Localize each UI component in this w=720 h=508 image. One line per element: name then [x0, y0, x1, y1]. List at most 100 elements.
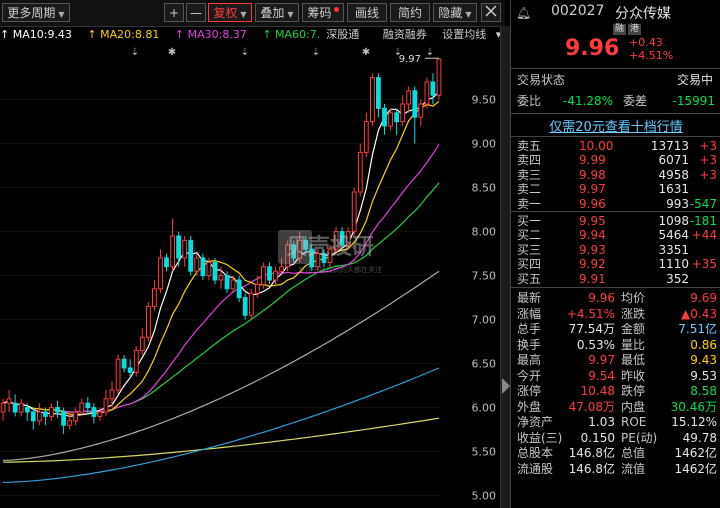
stat-label: 今开 — [517, 368, 542, 383]
candle — [85, 402, 91, 409]
candle — [224, 275, 230, 290]
candle — [18, 402, 24, 413]
stat-value: 10.48 — [580, 384, 615, 398]
stock-code: 002027 — [551, 3, 605, 19]
candle — [267, 266, 272, 281]
stat-label: 昨收 — [621, 368, 646, 383]
ma60-label: ↑ MA60:7. 深股通 — [262, 28, 360, 41]
adjust-dropdown[interactable]: 复权 ▼ — [208, 3, 252, 22]
stat-label: 总股本 — [517, 446, 554, 460]
candle — [97, 411, 103, 417]
bell-icon[interactable]: 🔔︎ — [516, 6, 531, 20]
candle — [248, 292, 254, 316]
y-tick-label: 9.00 — [472, 138, 497, 151]
y-tick-label: 5.00 — [472, 490, 497, 503]
ma10-label: ↑ MA10:9.43 — [0, 28, 72, 41]
candle — [121, 358, 127, 369]
candle — [363, 121, 369, 153]
overlay-label: 叠加 — [260, 6, 285, 20]
zoom-in-button[interactable]: + — [164, 3, 184, 22]
candle — [430, 81, 436, 96]
ma90-line — [2, 270, 440, 461]
y-tick-label: 6.50 — [472, 358, 497, 371]
candle — [382, 107, 387, 127]
draw-line-button[interactable]: 画线 — [347, 3, 387, 22]
stat-value: 0.86 — [690, 337, 717, 352]
stat-label: 外盘 — [517, 399, 542, 414]
candle — [273, 270, 278, 281]
bid-level-5[interactable]: 买五 9.91 352 — [511, 271, 720, 288]
stat-value: 9.97 — [588, 353, 615, 367]
candle — [0, 402, 6, 413]
candle — [394, 112, 400, 123]
divider — [511, 211, 720, 212]
candle — [61, 411, 67, 426]
stats-row: 换手 0.53% 量比 0.86 — [511, 337, 720, 354]
candle — [376, 77, 381, 109]
hide-dropdown[interactable]: 隐藏 ▼ — [433, 3, 477, 22]
stat-value: 1462亿 — [674, 446, 717, 460]
candle — [109, 389, 115, 400]
stock-tags: 融港 — [613, 24, 643, 35]
stats-row: 流通股 146.8亿 流值 1462亿 — [511, 461, 720, 478]
candle — [406, 90, 412, 105]
chips-button[interactable]: 筹码 — [302, 3, 344, 22]
stat-value: ▲0.43 — [681, 306, 717, 321]
candle — [37, 411, 42, 422]
stat-value: 30.46万 — [670, 399, 717, 414]
quote-header: 🔔︎ 002027 分众传媒 融港 9.96 +0.43 +4.51% — [511, 0, 720, 68]
overlay-dropdown[interactable]: 叠加 ▼ — [255, 3, 299, 22]
zoom-out-button[interactable]: — — [186, 3, 206, 22]
y-tick-label: 9.50 — [472, 94, 497, 107]
stat-label: 总值 — [621, 446, 646, 460]
candle — [424, 81, 430, 105]
candle — [55, 407, 60, 413]
stat-label: PE(动) — [621, 430, 658, 445]
candle — [388, 112, 394, 127]
divider — [511, 113, 720, 114]
stat-label: 最高 — [517, 353, 542, 367]
chevron-down-icon: ▼ — [58, 10, 65, 19]
ma20-label: ↑ MA20:8.81 — [87, 28, 160, 41]
ma-settings-link[interactable]: 设置均线 ▾ — [442, 28, 501, 41]
candle — [176, 235, 181, 259]
event-marker-icon: ⇣ — [312, 47, 320, 58]
candle — [127, 367, 133, 373]
status-row: 交易状态 交易中 — [517, 73, 713, 87]
candle — [24, 407, 30, 413]
level-volume: 352 — [666, 271, 689, 286]
candle — [30, 411, 36, 422]
chart-toolbar: 更多周期 ▼ + — 复权 ▼ 叠加 ▼ 筹码 画线 简约 隐藏 ▼ — [0, 0, 505, 27]
notification-dot-icon — [333, 7, 339, 12]
candlestick-chart[interactable]: 9.50 9.00 8.50 8.00 7.50 7.00 6.50 6.00 5.50 5.00… — [0, 44, 500, 508]
candle — [188, 239, 194, 272]
stat-value: 0.150 — [580, 430, 615, 445]
y-tick-label: 6.00 — [472, 402, 497, 415]
grid-icon[interactable] — [481, 3, 501, 22]
stat-label: ROE — [621, 415, 647, 429]
margin-link[interactable]: 融资融券 — [383, 28, 427, 41]
period-dropdown[interactable]: 更多周期 ▼ — [2, 3, 70, 22]
stats-row: 外盘 47.08万 内盘 30.46万 — [511, 399, 720, 416]
candle — [67, 420, 73, 426]
y-tick-label: 7.50 — [472, 270, 497, 283]
summary-button[interactable]: 简约 — [390, 3, 430, 22]
candle — [351, 191, 357, 233]
quote-panel: 🔔︎ 002027 分众传媒 融港 9.96 +0.43 +4.51% 交易状态交… — [510, 0, 720, 508]
candle — [103, 398, 109, 413]
candle — [43, 411, 48, 417]
stat-label: 净资产 — [517, 415, 554, 429]
expand-arrow-icon[interactable] — [502, 378, 510, 394]
stat-value: 9.53 — [690, 368, 717, 383]
stat-label: 内盘 — [621, 399, 646, 414]
stats-row: 涨停 10.48 跌停 8.58 — [511, 383, 720, 400]
stat-value: 7.51亿 — [678, 322, 717, 336]
stat-value: 8.58 — [690, 384, 717, 398]
stats-row: 今开 9.54 昨收 9.53 — [511, 368, 720, 385]
candle — [357, 151, 363, 193]
ten-level-promo-link[interactable]: 仅需20元查看十档行情 — [511, 116, 720, 135]
chevron-down-icon: ▼ — [465, 10, 472, 19]
stats-row: 净资产 1.03 ROE 15.12% — [511, 414, 720, 431]
ma60-line — [2, 182, 440, 413]
period-label: 更多周期 — [7, 6, 56, 20]
